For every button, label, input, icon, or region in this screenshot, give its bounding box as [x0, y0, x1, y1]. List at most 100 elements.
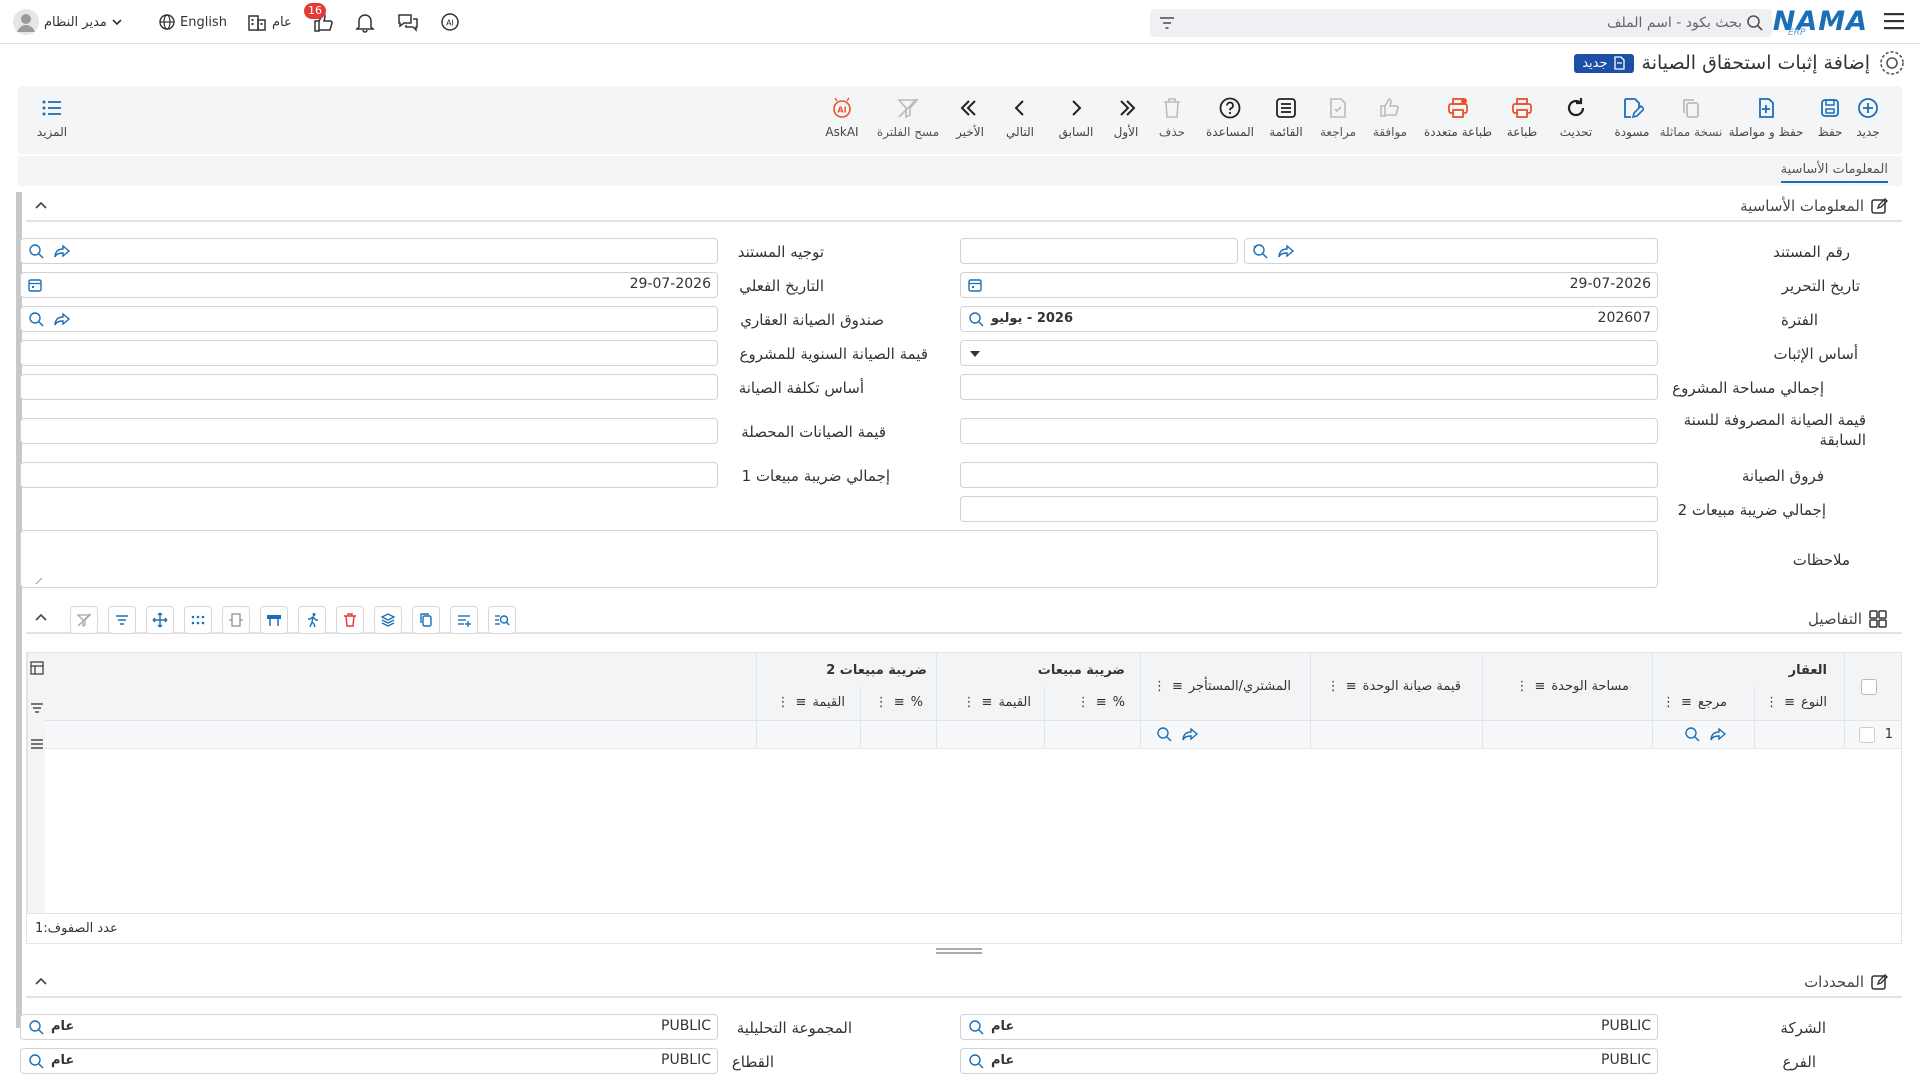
search-lookup-icon[interactable]	[1683, 726, 1701, 742]
nama-logo[interactable]: NAMA ERP	[1773, 4, 1868, 40]
language-switch[interactable]: English	[158, 10, 227, 34]
search-lookup-icon[interactable]	[27, 1053, 45, 1069]
col-vat-value[interactable]: القيمة ≡ ⋮	[963, 695, 1031, 710]
total-area-field[interactable]	[960, 374, 1658, 400]
calendar-icon[interactable]	[967, 277, 983, 293]
col-unit-maint-value[interactable]: قيمة صيانة الوحدة ≡ ⋮	[1327, 679, 1461, 694]
col-vat2-percent[interactable]: % ≡ ⋮	[875, 695, 923, 710]
search-lookup-icon[interactable]	[1251, 243, 1269, 259]
grid-add-rows-icon[interactable]	[450, 606, 478, 634]
vat2-total-field[interactable]	[960, 496, 1658, 522]
search-lookup-icon[interactable]	[967, 1053, 985, 1069]
grid-column-icon[interactable]	[222, 606, 250, 634]
collected-field[interactable]	[20, 418, 718, 444]
actual-date-field[interactable]: 29-07-2026	[20, 272, 718, 298]
columns-panel-icon[interactable]	[30, 661, 44, 675]
dimensions-header[interactable]: المحددات	[26, 968, 1902, 998]
review-button[interactable]: مراجعة	[1308, 96, 1368, 139]
fund-field[interactable]	[20, 306, 718, 332]
resize-splitter[interactable]	[936, 948, 982, 954]
search-lookup-icon[interactable]	[967, 311, 985, 327]
calendar-icon[interactable]	[27, 277, 43, 293]
dropdown-arrow-icon[interactable]	[969, 350, 981, 358]
cost-basis-field[interactable]	[20, 374, 718, 400]
bell-icon[interactable]	[354, 10, 376, 34]
more-button[interactable]: المزيد	[22, 96, 82, 139]
select-all-checkbox[interactable]	[1861, 679, 1877, 695]
list-button[interactable]: القائمة	[1256, 96, 1316, 139]
grid-delete-icon[interactable]	[336, 606, 364, 634]
collapse-chevron-icon[interactable]	[34, 199, 48, 211]
grid-filter-icon[interactable]	[108, 606, 136, 634]
share-icon[interactable]	[53, 311, 71, 327]
share-icon[interactable]	[53, 243, 71, 259]
refresh-button[interactable]: تحديث	[1546, 96, 1606, 139]
diff-field[interactable]	[960, 462, 1658, 488]
vat1-total-field[interactable]	[20, 462, 718, 488]
search-lookup-icon[interactable]	[27, 311, 45, 327]
global-search[interactable]	[1150, 9, 1772, 37]
grid-dots-icon[interactable]	[184, 606, 212, 634]
grid-run-icon[interactable]	[298, 606, 326, 634]
filters-panel-icon[interactable]	[30, 701, 44, 715]
share-icon[interactable]	[1709, 726, 1727, 742]
collapse-chevron-icon[interactable]	[34, 975, 48, 987]
grid-move-icon[interactable]	[146, 606, 174, 634]
col-vat-percent[interactable]: % ≡ ⋮	[1077, 695, 1125, 710]
approvals-icon[interactable]: 16	[304, 3, 336, 34]
save-button[interactable]: حفظ	[1800, 96, 1860, 139]
period-field[interactable]: 202607 2026 - يوليو	[960, 306, 1658, 332]
company-field[interactable]: PUBLIC عام	[960, 1014, 1658, 1040]
duplicate-button[interactable]: نسخة مماثلة	[1656, 96, 1726, 139]
doc-number-field[interactable]	[1244, 238, 1658, 264]
share-icon[interactable]	[1181, 726, 1199, 742]
basis-select[interactable]	[960, 340, 1658, 366]
search-lookup-icon[interactable]	[27, 243, 45, 259]
doc-number-suffix-field[interactable]	[960, 238, 1238, 264]
annual-value-field[interactable]	[20, 340, 718, 366]
approve-button[interactable]: موافقة	[1360, 96, 1420, 139]
search-lookup-icon[interactable]	[27, 1019, 45, 1035]
notes-textarea[interactable]	[20, 530, 1658, 588]
grid-table-icon[interactable]	[260, 606, 288, 634]
previous-button[interactable]: السابق	[1046, 96, 1106, 139]
search-lookup-icon[interactable]	[967, 1019, 985, 1035]
col-vat2-value[interactable]: القيمة ≡ ⋮	[777, 695, 845, 710]
analytic-group-field[interactable]: PUBLIC عام	[20, 1014, 718, 1040]
collapse-chevron-icon[interactable]	[34, 611, 48, 623]
basic-info-header[interactable]: المعلومات الأساسية	[26, 192, 1902, 222]
table-row[interactable]: 1	[45, 721, 1901, 749]
grid-search-icon[interactable]	[488, 606, 516, 634]
search-input[interactable]	[1222, 11, 1742, 35]
edit-date-field[interactable]: 29-07-2026	[960, 272, 1658, 298]
prev-year-field[interactable]	[960, 418, 1658, 444]
branch-field[interactable]: PUBLIC عام	[960, 1048, 1658, 1074]
public-branch-selector[interactable]: عام	[246, 10, 292, 34]
share-icon[interactable]	[1277, 243, 1295, 259]
print-button[interactable]: طباعة	[1492, 96, 1552, 139]
tab-basic-info[interactable]: المعلومات الأساسية	[1780, 162, 1888, 183]
col-unit-area[interactable]: مساحة الوحدة ≡ ⋮	[1515, 679, 1629, 694]
last-button[interactable]: الأخير	[940, 96, 1000, 139]
menu-panel-icon[interactable]	[30, 737, 44, 751]
sector-field[interactable]: PUBLIC عام	[20, 1048, 718, 1074]
search-lookup-icon[interactable]	[1155, 726, 1173, 742]
chat-icon[interactable]	[396, 10, 420, 34]
multi-print-button[interactable]: طباعة متعددة	[1420, 96, 1496, 139]
filter-icon[interactable]	[1158, 14, 1176, 32]
askai-button[interactable]: AI AskAI	[812, 96, 872, 139]
col-buyer-tenant[interactable]: المشتري/المستأجر ≡ ⋮	[1153, 679, 1291, 694]
doc-direction-field[interactable]	[20, 238, 718, 264]
help-button[interactable]: المساعدة	[1200, 96, 1260, 139]
ai-assistant-icon[interactable]: AI	[438, 10, 462, 34]
draft-button[interactable]: مسودة	[1602, 96, 1662, 139]
resize-handle-icon[interactable]	[35, 577, 43, 585]
col-ref[interactable]: مرجع ≡ ⋮	[1662, 695, 1727, 710]
hamburger-menu-icon[interactable]	[1880, 10, 1906, 34]
grid-layers-icon[interactable]	[374, 606, 402, 634]
user-menu[interactable]: مدير النظام	[12, 9, 123, 35]
grid-copy-icon[interactable]	[412, 606, 440, 634]
clear-filter-button[interactable]: مسح الفلترة	[874, 96, 942, 139]
search-icon[interactable]	[1746, 14, 1764, 32]
row-checkbox[interactable]	[1859, 727, 1875, 743]
